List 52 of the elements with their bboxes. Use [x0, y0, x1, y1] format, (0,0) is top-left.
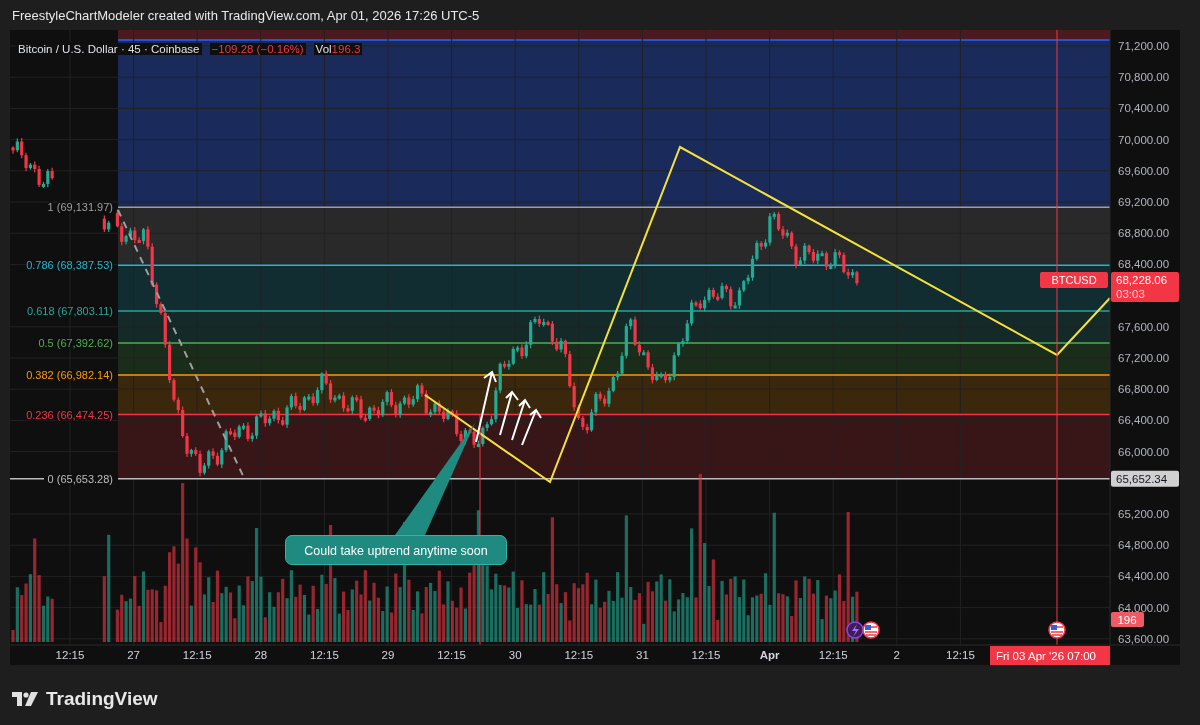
price-axis-label: 64,000.00 — [1118, 601, 1170, 614]
time-axis-label: 28 — [254, 649, 268, 661]
price-axis-label: 68,400.00 — [1118, 258, 1170, 271]
price-axis-label: 70,000.00 — [1118, 133, 1170, 146]
time-axis-label: 12:15 — [182, 649, 212, 661]
time-axis-label: 30 — [508, 649, 522, 661]
countdown-text: 03:03 — [1116, 288, 1145, 300]
time-axis-label: 12:15 — [55, 649, 85, 661]
time-axis-label: Apr — [759, 649, 780, 661]
price-change: −109.28 (−0.16%) — [209, 43, 306, 55]
chart-caption: FreestyleChartModeler created with TradingView.com, Apr 01, 2026 17:26 UTC-5 — [11, 7, 481, 25]
volume-tag: 196 — [1111, 612, 1144, 627]
price-axis-label: 66,000.00 — [1118, 445, 1170, 458]
price-axis-label: 68,800.00 — [1118, 227, 1170, 240]
price-axis-label: 70,800.00 — [1118, 71, 1170, 84]
logo-wordmark: TradingView — [46, 688, 158, 710]
time-axis-label: 12:15 — [564, 649, 594, 661]
price-axis-label: 64,800.00 — [1118, 539, 1170, 552]
time-axis-label: 12:15 — [818, 649, 848, 661]
price-axis-label: 66,400.00 — [1118, 414, 1170, 427]
fib-level-label: 0.236 (66,474.25) — [26, 408, 113, 421]
fib-level-label: 0.786 (68,387.53) — [26, 259, 113, 272]
symbol-title: Bitcoin / U.S. Dollar · 45 · Coinbase — [16, 43, 202, 55]
time-axis-label: 2 — [893, 649, 900, 661]
price-axis-label: 66,800.00 — [1118, 383, 1170, 396]
time-axis-label: 12:15 — [691, 649, 721, 661]
price-axis-label: 70,400.00 — [1118, 102, 1170, 115]
fib-level-label: 1 (69,131.97) — [47, 201, 113, 214]
price-axis-label: 71,200.00 — [1118, 40, 1170, 52]
price-axis-label: 63,600.00 — [1118, 632, 1170, 645]
last-price-text: 68,228.06 — [1116, 274, 1168, 286]
price-axis-label: 69,200.00 — [1118, 196, 1170, 208]
time-axis-label: 12:15 — [437, 649, 466, 661]
price-axis-label: 65,200.00 — [1118, 508, 1170, 520]
time-axis-label: 12:15 — [946, 649, 975, 661]
time-axis-label: 29 — [381, 649, 395, 661]
cursor-time-tag: Fri 03 Apr '26 07:00 — [990, 646, 1110, 665]
fib-level-label: 0.382 (66,982.14) — [26, 369, 113, 381]
volume-readout: Vol196.3 — [313, 43, 363, 55]
annotation-callout: Could take uptrend anytime soon — [285, 535, 507, 565]
fib-price-tag: 65,652.34 — [1111, 470, 1179, 487]
price-axis-label: 67,200.00 — [1118, 352, 1170, 364]
fib-level-label: 0.5 (67,392.62) — [38, 337, 113, 349]
fib-level-label: 0.618 (67,803.11) — [26, 304, 113, 317]
symbol-tag: BTCUSD — [1040, 272, 1108, 288]
price-axis-label: 69,600.00 — [1118, 164, 1170, 177]
fib-level-label: 0 (65,653.28) — [47, 472, 113, 485]
price-axis-label: 64,400.00 — [1118, 570, 1170, 583]
price-axis-label: 67,600.00 — [1118, 320, 1170, 333]
time-axis-label: 12:15 — [310, 649, 339, 661]
time-axis-label: 27 — [127, 649, 140, 661]
time-axis-label: 31 — [636, 649, 649, 661]
